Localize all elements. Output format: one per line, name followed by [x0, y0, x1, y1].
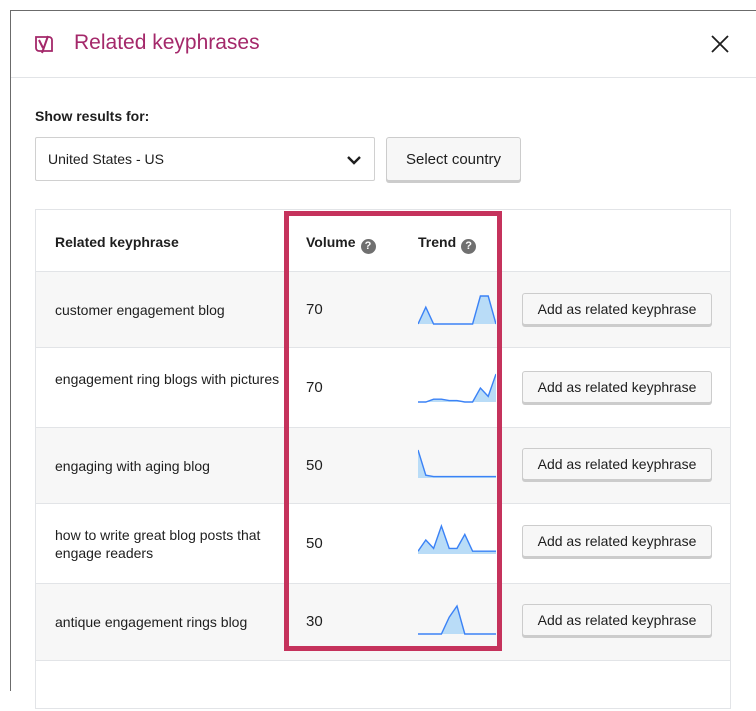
trend-help-icon[interactable]: ? [461, 239, 477, 254]
trend-area [418, 606, 496, 634]
header-related-keyphrase: Related keyphrase [55, 234, 179, 250]
volume-cell: 50 [306, 457, 323, 474]
add-related-keyphrase-button[interactable]: Add as related keyphrase [522, 448, 712, 480]
table-row: antique engagement rings blog 30 Add as … [36, 583, 730, 660]
header-volume: Volume? [306, 234, 376, 254]
select-country-button[interactable]: Select country [386, 137, 521, 181]
volume-cell: 70 [306, 379, 323, 396]
trend-area [418, 526, 496, 554]
keyphrase-cell: customer engagement blog [55, 302, 225, 318]
keyphrase-cell: engaging with aging blog [55, 458, 210, 474]
related-keyphrases-modal: Related keyphrases Show results for: Uni… [10, 10, 756, 709]
table-row: engaging with aging blog 50 Add as relat… [36, 427, 730, 503]
volume-cell: 30 [306, 613, 323, 630]
header-trend-label: Trend [418, 234, 457, 250]
keyphrase-cell: antique engagement rings blog [55, 614, 248, 630]
modal-title: Related keyphrases [74, 31, 260, 54]
header-trend: Trend? [418, 234, 477, 254]
add-related-keyphrase-button[interactable]: Add as related keyphrase [522, 371, 712, 403]
keyphrase-cell: how to write great blog posts that engag… [55, 527, 261, 561]
show-results-label: Show results for: [35, 108, 150, 124]
trend-area [418, 296, 496, 324]
table-row: engagement ring blogs with pictures 70 A… [36, 347, 730, 427]
keyphrase-cell: engagement ring blogs with pictures [55, 371, 280, 387]
add-related-keyphrase-button[interactable]: Add as related keyphrase [522, 604, 712, 636]
volume-help-icon[interactable]: ? [360, 239, 376, 254]
trend-area [418, 450, 496, 478]
volume-cell: 50 [306, 535, 323, 552]
trend-sparkline [418, 604, 496, 635]
country-select[interactable]: United States - US [35, 137, 375, 181]
trend-sparkline [418, 449, 496, 478]
yoast-logo-icon [35, 35, 53, 54]
modal-header: Related keyphrases [11, 11, 756, 78]
trend-area [418, 374, 496, 402]
table-row: how to write great blog posts that engag… [36, 503, 730, 583]
add-related-keyphrase-button[interactable]: Add as related keyphrase [522, 293, 712, 325]
trend-sparkline [418, 524, 496, 554]
trend-line [418, 449, 496, 478]
trend-sparkline [418, 373, 496, 403]
header-volume-label: Volume [306, 234, 356, 250]
chevron-down-icon [347, 156, 361, 165]
table-row [36, 660, 730, 711]
table-row: customer engagement blog 70 Add as relat… [36, 271, 730, 347]
volume-cell: 70 [306, 301, 323, 318]
country-select-value: United States - US [48, 151, 164, 167]
add-related-keyphrase-button[interactable]: Add as related keyphrase [522, 525, 712, 557]
trend-sparkline [418, 295, 496, 325]
close-icon[interactable] [708, 32, 732, 56]
related-keyphrases-table: Related keyphrase Volume? Trend? custome… [35, 209, 731, 709]
